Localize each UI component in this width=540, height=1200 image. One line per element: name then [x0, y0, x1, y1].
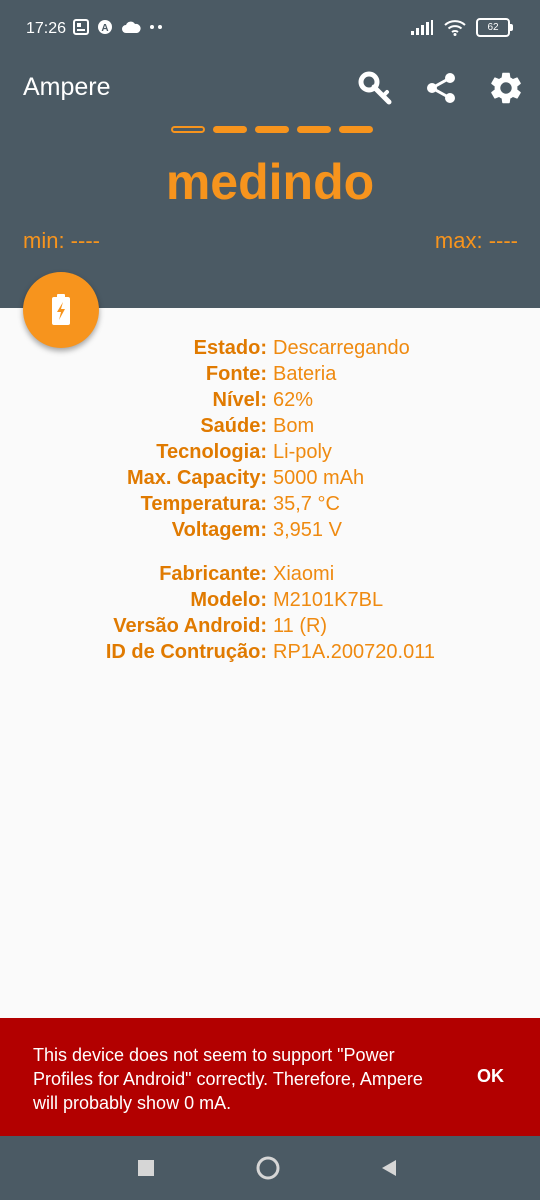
info-row: Voltagem: 3,951 V [0, 517, 540, 543]
home-button[interactable] [254, 1154, 282, 1182]
page-dot [213, 126, 247, 133]
a-icon: A [98, 20, 112, 34]
square-icon [138, 1160, 154, 1176]
status-bar: 17:26 A 62 [0, 0, 540, 58]
navigation-bar [0, 1136, 540, 1200]
info-row: Fabricante: Xiaomi [0, 561, 540, 587]
battery-level: 62 [487, 22, 499, 33]
more-dots-icon [150, 25, 162, 29]
info-key: ID de Contrução: [105, 641, 267, 663]
home-circle-icon [256, 1156, 280, 1180]
measurement-status: medindo [165, 154, 375, 210]
info-value: M2101K7BL [273, 589, 384, 611]
info-key: Estado: [193, 337, 267, 359]
info-value: 3,951 V [273, 519, 342, 541]
battery-info-list: Estado: Descarregando Fonte: Bateria Nível: 6… [0, 335, 540, 543]
info-key: Saúde: [200, 415, 267, 437]
page-dot [339, 126, 373, 133]
info-value: Xiaomi [273, 563, 335, 585]
min-value: min: ---- [23, 228, 100, 253]
info-row: Tecnologia: Li-poly [0, 439, 540, 465]
key-button[interactable] [353, 66, 397, 110]
key-icon [358, 71, 392, 105]
system-icons: 62 [410, 18, 513, 37]
back-button[interactable] [375, 1154, 403, 1182]
info-row: ID de Contrução: RP1A.200720.011 [0, 639, 540, 665]
info-value: Bateria [273, 363, 337, 385]
info-row: Saúde: Bom [0, 413, 540, 439]
battery-info: Estado: Descarregando Fonte: Bateria Nível: 6… [0, 335, 540, 665]
share-icon [427, 73, 455, 103]
news-icon [73, 19, 89, 35]
info-value: 11 (R) [273, 615, 328, 637]
gear-icon [491, 72, 521, 104]
info-value: 62% [273, 389, 314, 411]
info-key: Voltagem: [171, 519, 267, 541]
info-row: Max. Capacity: 5000 mAh [0, 465, 540, 491]
battery-icon: 62 [476, 18, 513, 37]
info-key: Modelo: [190, 589, 267, 611]
info-value: 5000 mAh [273, 467, 365, 489]
info-row: Fonte: Bateria [0, 361, 540, 387]
info-key: Fabricante: [159, 563, 267, 585]
cloud-icon [122, 21, 141, 33]
svg-text:A: A [101, 23, 108, 34]
battery-charging-icon [52, 294, 70, 325]
notification-icons: A [73, 19, 163, 35]
snackbar-ok-button[interactable]: OK [477, 1066, 504, 1087]
recents-button[interactable] [132, 1154, 160, 1182]
page-dot-active [171, 126, 205, 133]
info-key: Tecnologia: [156, 441, 267, 463]
info-row: Nível: 62% [0, 387, 540, 413]
page-dot [255, 126, 289, 133]
info-key: Temperatura: [140, 493, 267, 515]
app-bar: Ampere medindo min: ---- max: ---- [0, 58, 540, 308]
battery-fab-button[interactable] [23, 272, 99, 348]
status-time: 17:26 [26, 20, 67, 37]
settings-button[interactable] [484, 66, 528, 110]
app-title: Ampere [23, 73, 111, 101]
back-triangle-icon [382, 1160, 396, 1176]
info-key: Nível: [212, 389, 267, 411]
info-row: Versão Android: 11 (R) [0, 613, 540, 639]
info-row: Temperatura: 35,7 °C [0, 491, 540, 517]
page-indicator [171, 126, 373, 133]
info-key: Max. Capacity: [126, 467, 267, 489]
share-button[interactable] [419, 66, 463, 110]
snackbar: This device does not seem to support "Po… [0, 1018, 540, 1136]
info-value: Descarregando [273, 337, 410, 359]
device-info-list: Fabricante: Xiaomi Modelo: M2101K7BL Versão … [0, 561, 540, 665]
page-dot [297, 126, 331, 133]
snackbar-message: This device does not seem to support "Po… [33, 1045, 423, 1113]
info-value: 35,7 °C [273, 493, 340, 515]
info-key: Fonte: [205, 363, 267, 385]
info-row: Modelo: M2101K7BL [0, 587, 540, 613]
info-value: Li-poly [273, 441, 332, 463]
info-value: RP1A.200720.011 [273, 641, 435, 663]
info-value: Bom [273, 415, 315, 437]
info-key: Versão Android: [113, 615, 267, 637]
max-value: max: ---- [434, 228, 518, 253]
signal-icon [411, 19, 433, 35]
wifi-icon [444, 20, 466, 36]
